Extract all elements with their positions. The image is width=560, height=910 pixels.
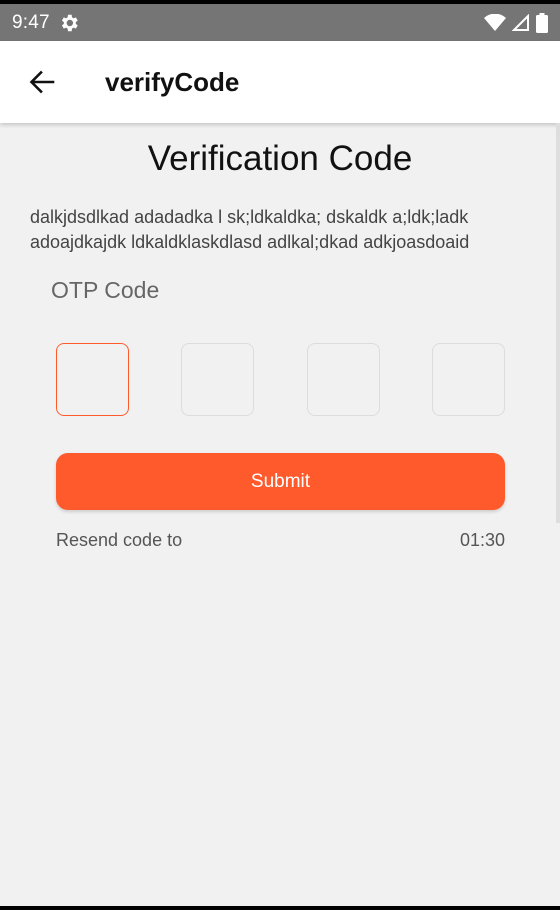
page-title: Verification Code xyxy=(147,139,413,178)
resend-row: Resend code to 01:30 xyxy=(56,530,505,551)
countdown-timer: 01:30 xyxy=(459,530,505,550)
app-bar-title: verifyCode xyxy=(105,66,240,97)
battery-icon xyxy=(536,12,548,33)
otp-digit-2-input[interactable] xyxy=(181,343,255,416)
description-text: dalkjdsdlkad adadadka l sk;ldkaldka; dsk… xyxy=(30,207,470,252)
otp-digit-3-input[interactable] xyxy=(306,343,380,416)
submit-button[interactable]: Submit xyxy=(56,453,505,510)
wifi-icon xyxy=(484,13,506,32)
otp-input-row xyxy=(56,343,505,416)
otp-digit-1-input[interactable] xyxy=(56,343,129,416)
otp-digit-4-input[interactable] xyxy=(431,343,505,416)
resend-code-link[interactable]: Resend code to xyxy=(56,530,182,551)
verification-content: Verification Code dalkjdsdlkad adadadka … xyxy=(0,123,560,551)
arrow-left-icon xyxy=(29,70,55,94)
back-button[interactable] xyxy=(20,60,64,104)
app-bar: verifyCode xyxy=(0,41,560,123)
signal-icon xyxy=(512,13,530,32)
status-bar: 9:47 xyxy=(0,4,560,41)
status-icons xyxy=(484,12,548,33)
otp-label: OTP Code xyxy=(51,277,160,303)
screen-bottom-edge xyxy=(0,906,560,910)
settings-gear-icon xyxy=(58,12,80,34)
status-time: 9:47 xyxy=(12,11,50,33)
